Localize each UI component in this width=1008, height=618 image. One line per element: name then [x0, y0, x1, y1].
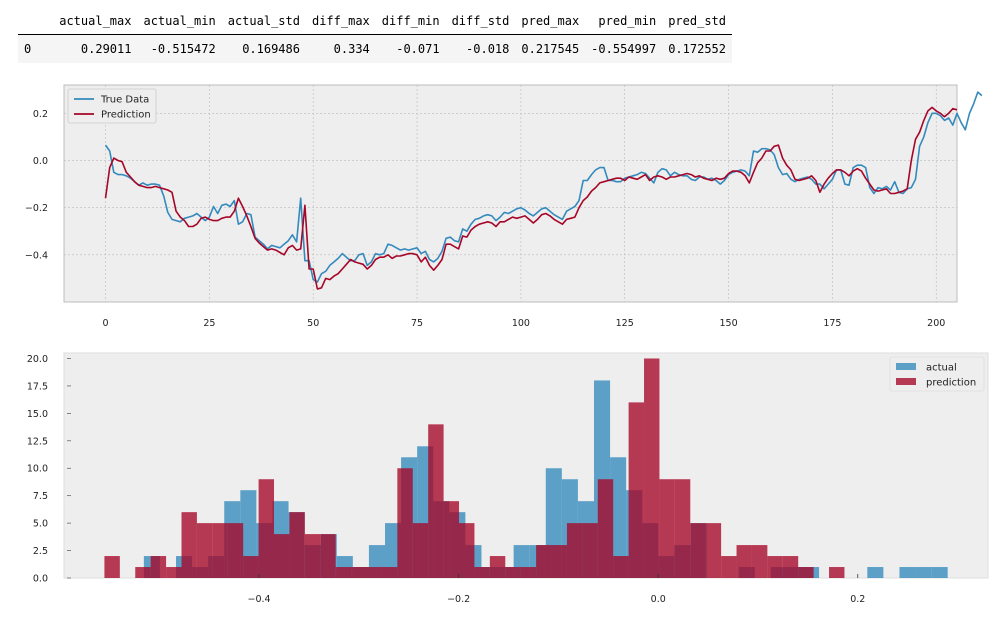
hist-bar-prediction — [505, 567, 521, 578]
x-tick-label: −0.2 — [447, 594, 470, 605]
hist-bar-prediction — [335, 567, 352, 578]
hist-bar-prediction — [258, 479, 275, 578]
hist-bar-prediction — [428, 424, 444, 578]
hist-bar-actual — [931, 567, 948, 578]
hist-bar-prediction — [304, 534, 321, 578]
hist-bar-prediction — [628, 402, 645, 578]
x-tick-label: −0.4 — [248, 594, 271, 605]
hist-bar-prediction — [536, 545, 552, 578]
hist-bar-prediction — [443, 501, 460, 578]
hist-bar-prediction — [736, 545, 752, 578]
hist-bar-prediction — [366, 567, 382, 578]
hist-bar-prediction — [674, 479, 691, 578]
hist-bar-prediction — [798, 567, 814, 578]
hist-bar-prediction — [705, 523, 722, 578]
legend-swatch-actual — [896, 363, 916, 370]
hist-bar-prediction — [520, 567, 537, 578]
legend-swatch-prediction — [896, 378, 916, 385]
hist-bar-prediction — [582, 523, 598, 578]
hist-bar-prediction — [644, 358, 660, 578]
hist-bar-prediction — [613, 556, 629, 578]
hist-bar-prediction — [351, 567, 367, 578]
y-tick-label: 7.5 — [33, 491, 48, 502]
hist-bar-prediction — [289, 512, 305, 578]
hist-bar-prediction — [659, 479, 675, 578]
hist-bar-actual — [915, 567, 932, 578]
histogram-chart: 0.0 2.5 5.0 7.5 10.0 12.5 15.0 17.5 20.0 −0.4 −0.2… — [27, 352, 989, 605]
hist-legend: actual prediction — [889, 356, 985, 392]
hist-bar-prediction — [551, 545, 567, 578]
hist-bar-prediction — [227, 523, 244, 578]
hist-bar-prediction — [135, 567, 151, 578]
hist-bar-actual — [899, 567, 916, 578]
hist-bar-prediction — [566, 523, 583, 578]
y-tick-label: 20.0 — [27, 354, 48, 365]
y-tick-label: 15.0 — [27, 409, 48, 420]
hist-bar-prediction — [397, 468, 413, 578]
y-tick-label: 17.5 — [27, 381, 48, 392]
hist-bar-prediction — [767, 556, 783, 578]
hist-bar-prediction — [721, 556, 737, 578]
hist-bar-prediction — [690, 523, 706, 578]
hist-bar-prediction — [489, 556, 506, 578]
hist-bar-prediction — [181, 512, 197, 578]
hist-bar-prediction — [782, 556, 799, 578]
hist-bar-prediction — [829, 567, 845, 578]
hist-bar-prediction — [320, 534, 336, 578]
hist-bar-actual — [867, 567, 884, 578]
hist-bar-prediction — [412, 523, 429, 578]
hist-bar-prediction — [212, 523, 228, 578]
hist-bar-prediction — [751, 545, 768, 578]
y-tick-label: 12.5 — [27, 436, 48, 447]
hist-bar-prediction — [474, 567, 490, 578]
y-tick-label: 0.0 — [33, 574, 48, 585]
y-tick-label: 2.5 — [33, 546, 48, 557]
hist-bar-prediction — [150, 556, 167, 578]
hist-bar-prediction — [381, 567, 398, 578]
x-tick-label: 0.0 — [651, 594, 666, 605]
x-tick-label: 0.2 — [850, 594, 865, 605]
hist-bar-prediction — [243, 556, 259, 578]
hist-bar-prediction — [459, 523, 475, 578]
y-tick-label: 10.0 — [27, 464, 48, 475]
legend-label: actual — [926, 363, 957, 374]
hist-bar-prediction — [166, 567, 182, 578]
hist-bar-prediction — [104, 556, 120, 578]
hist-bar-prediction — [597, 479, 614, 578]
legend-label: prediction — [926, 378, 976, 389]
hist-bar-prediction — [274, 534, 290, 578]
hist-bar-prediction — [196, 523, 213, 578]
y-tick-label: 5.0 — [33, 519, 48, 530]
